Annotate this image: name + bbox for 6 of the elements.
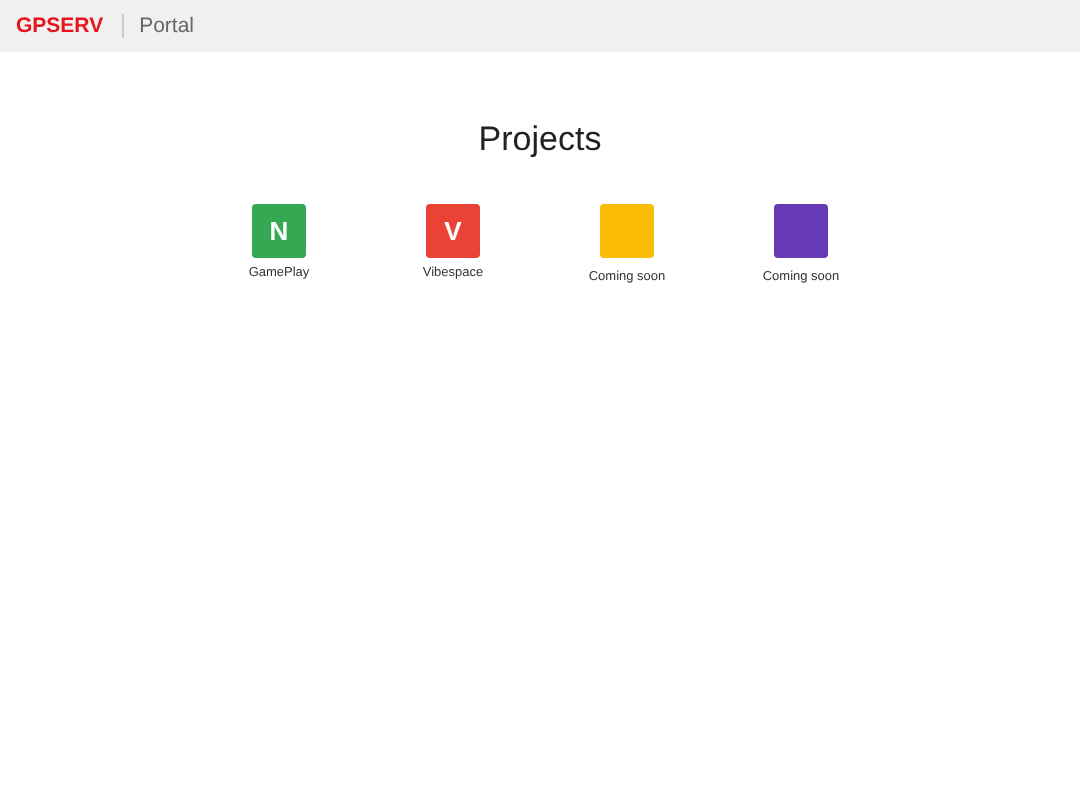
- project-icon[interactable]: V: [426, 204, 480, 258]
- page-heading: Projects: [478, 120, 602, 160]
- page-title: Portal: [139, 14, 195, 38]
- brand-logo[interactable]: GPSERV: [16, 14, 104, 38]
- project-icon[interactable]: [774, 204, 828, 258]
- project-icon[interactable]: [600, 204, 654, 258]
